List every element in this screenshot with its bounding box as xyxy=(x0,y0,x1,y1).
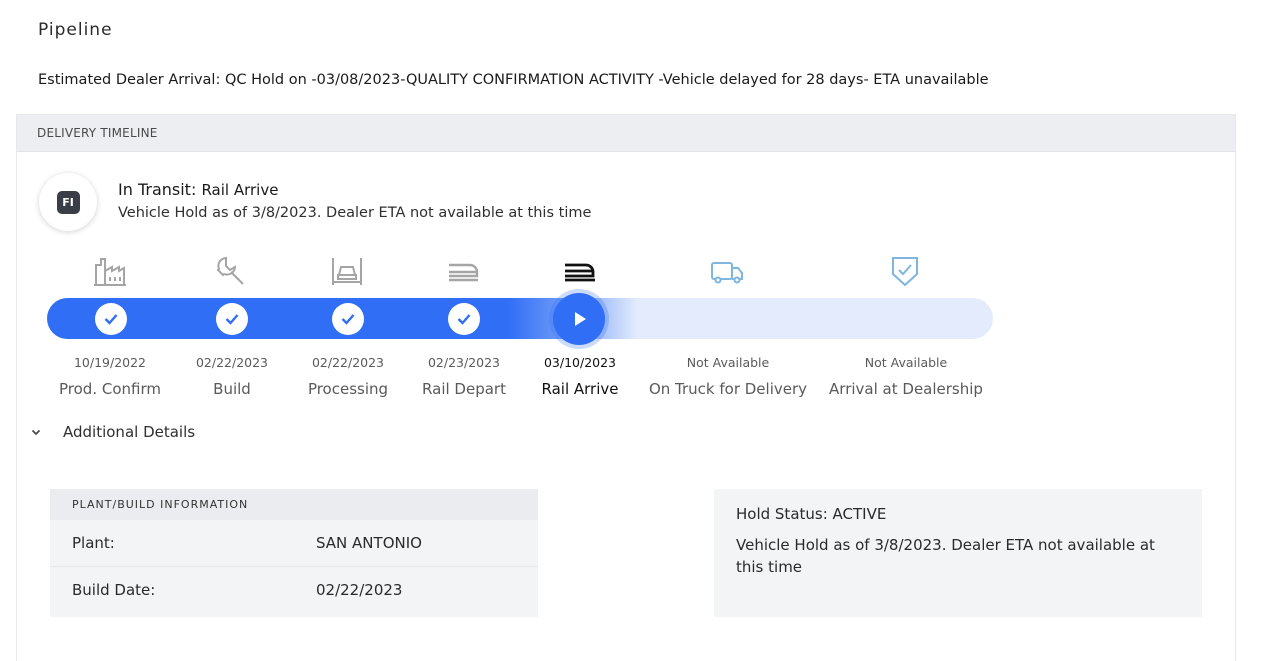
delivery-timeline-card: DELIVERY TIMELINE FI In Transit: Rail Ar… xyxy=(16,114,1236,661)
info-row: Build Date: 02/22/2023 xyxy=(50,567,538,614)
chevron-down-icon xyxy=(31,429,43,436)
current-stage-play-icon xyxy=(553,293,605,345)
transit-status-stage: Rail Arrive xyxy=(201,181,279,199)
plant-build-info-header: PLANT/BUILD INFORMATION xyxy=(50,489,538,520)
check-icon xyxy=(95,303,127,335)
stage-name: On Truck for Delivery xyxy=(648,380,808,398)
train-icon xyxy=(443,253,483,289)
transit-status-message: Vehicle Hold as of 3/8/2023. Dealer ETA … xyxy=(118,205,592,221)
check-icon xyxy=(216,303,248,335)
train-icon xyxy=(559,253,599,289)
info-row: Plant: SAN ANTONIO xyxy=(50,520,538,567)
stage-date: Not Available xyxy=(864,355,948,370)
hold-status-panel: Hold Status: ACTIVE Vehicle Hold as of 3… xyxy=(714,489,1202,617)
wrench-icon xyxy=(211,253,251,289)
avatar-initials: FI xyxy=(56,190,80,214)
additional-details-label: Additional Details xyxy=(63,423,196,441)
stage-name: Arrival at Dealership xyxy=(829,380,983,398)
info-value: SAN ANTONIO xyxy=(316,534,422,552)
transit-status-title: In Transit: Rail Arrive xyxy=(118,180,278,199)
transit-status-label: In Transit: xyxy=(118,180,197,199)
hold-message-text: Vehicle Hold as of 3/8/2023. Dealer ETA … xyxy=(736,535,1155,577)
stage-date: Not Available xyxy=(686,355,770,370)
truck-icon xyxy=(707,253,747,289)
estimated-arrival-text: Estimated Dealer Arrival: QC Hold on -03… xyxy=(38,72,989,88)
info-value: 02/22/2023 xyxy=(316,581,403,599)
avatar: FI xyxy=(39,173,97,231)
progress-track xyxy=(47,298,993,339)
car-lift-icon xyxy=(327,253,367,289)
shield-check-icon xyxy=(885,253,925,289)
page-title: Pipeline xyxy=(38,20,113,40)
factory-icon xyxy=(90,253,130,289)
check-icon xyxy=(332,303,364,335)
hold-status-text: Hold Status: ACTIVE xyxy=(736,505,887,523)
info-label: Plant: xyxy=(72,534,115,552)
plant-build-info-panel: PLANT/BUILD INFORMATION Plant: SAN ANTON… xyxy=(50,489,538,617)
info-label: Build Date: xyxy=(72,581,156,599)
additional-details-toggle[interactable]: Additional Details xyxy=(31,423,195,441)
delivery-timeline-header: DELIVERY TIMELINE xyxy=(17,115,1235,152)
check-icon xyxy=(448,303,480,335)
